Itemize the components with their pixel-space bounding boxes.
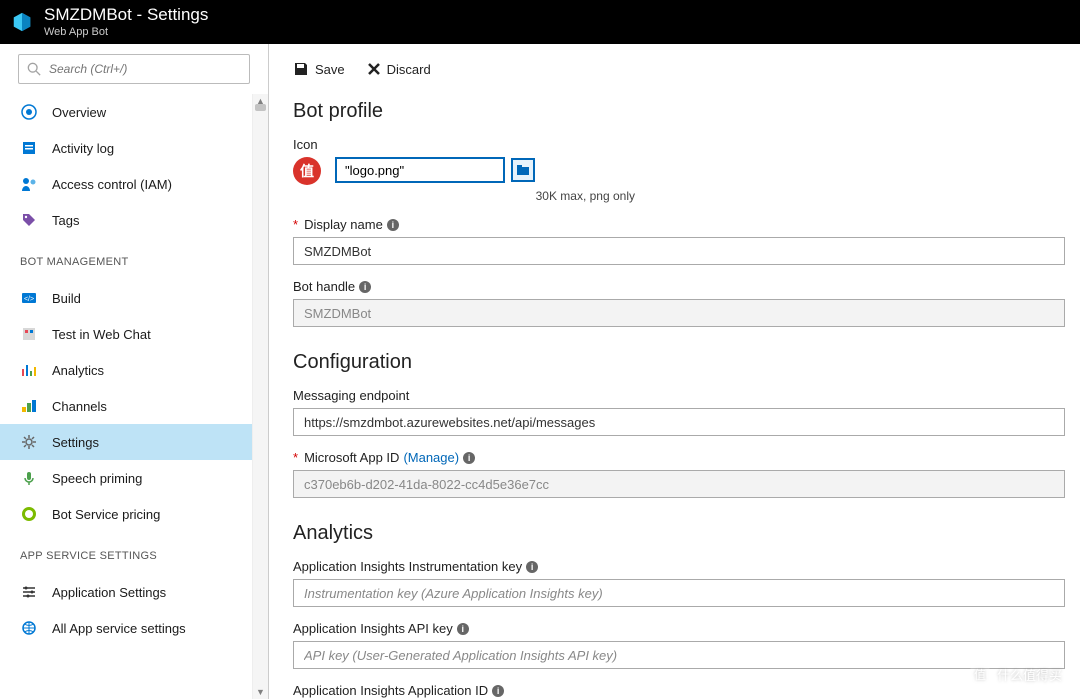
watermark-text: 什么值得买 [997, 665, 1062, 684]
scroll-down-icon[interactable]: ▼ [253, 685, 268, 699]
sidebar-item-label: Application Settings [52, 585, 166, 600]
icon-file-input[interactable] [335, 157, 505, 183]
info-icon[interactable]: i [359, 281, 371, 293]
nav-header-app: APP SERVICE SETTINGS [0, 532, 268, 568]
endpoint-input[interactable] [293, 408, 1065, 436]
sidebar-item-label: Overview [52, 105, 106, 120]
allapp-icon [20, 619, 38, 637]
settings-icon [20, 433, 38, 451]
manage-link[interactable]: (Manage) [403, 450, 459, 465]
sidebar-item-all-app-service-settings[interactable]: All App service settings [0, 610, 268, 646]
pricing-icon [20, 505, 38, 523]
browse-button[interactable] [511, 158, 535, 182]
channels-icon [20, 397, 38, 415]
sidebar-item-label: Settings [52, 435, 99, 450]
info-icon[interactable]: i [457, 623, 469, 635]
api-key-input[interactable] [293, 641, 1065, 669]
iam-icon [20, 175, 38, 193]
search-box[interactable] [18, 54, 250, 84]
nav-header-bot: BOT MANAGEMENT [0, 238, 268, 274]
sidebar-item-access-control-iam-[interactable]: Access control (IAM) [0, 166, 268, 202]
sidebar-item-label: Bot Service pricing [52, 507, 160, 522]
save-label: Save [315, 62, 345, 77]
overview-icon [20, 103, 38, 121]
sidebar-item-label: Tags [52, 213, 79, 228]
watermark-icon: 值 [969, 663, 991, 685]
info-icon[interactable]: i [463, 452, 475, 464]
analytics-icon [20, 361, 38, 379]
toolbar: Save Discard [293, 44, 1080, 94]
sidebar-item-label: Channels [52, 399, 107, 414]
sidebar: Overview Activity log Access control (IAM)… [0, 44, 269, 699]
cube-icon [10, 10, 34, 34]
watermark: 值 什么值得买 [969, 663, 1062, 685]
sidebar-item-label: Test in Web Chat [52, 327, 151, 342]
sidebar-item-label: Speech priming [52, 471, 142, 486]
sidebar-item-label: Activity log [52, 141, 114, 156]
file-hint: 30K max, png only [335, 189, 635, 203]
sidebar-item-channels[interactable]: Channels [0, 388, 268, 424]
svg-text:</>: </> [24, 296, 34, 303]
test-icon [20, 325, 38, 343]
sidebar-item-speech-priming[interactable]: Speech priming [0, 460, 268, 496]
sidebar-item-application-settings[interactable]: Application Settings [0, 574, 268, 610]
icon-label: Icon [293, 137, 1080, 152]
endpoint-label: Messaging endpoint [293, 388, 1080, 403]
sidebar-item-build[interactable]: </> Build [0, 280, 268, 316]
sidebar-item-label: All App service settings [52, 621, 186, 636]
tags-icon [20, 211, 38, 229]
folder-icon [516, 164, 530, 176]
appid-input [293, 470, 1065, 498]
sidebar-scrollbar[interactable]: ▲ ▼ [252, 94, 268, 699]
info-icon[interactable]: i [526, 561, 538, 573]
appsettings-icon [20, 583, 38, 601]
save-icon [293, 61, 309, 77]
section-analytics: Analytics [293, 522, 1080, 545]
discard-label: Discard [387, 62, 431, 77]
display-name-input[interactable] [293, 237, 1065, 265]
bot-handle-input [293, 299, 1065, 327]
display-name-label: *Display namei [293, 217, 1080, 232]
sidebar-item-label: Access control (IAM) [52, 177, 172, 192]
sidebar-item-test-in-web-chat[interactable]: Test in Web Chat [0, 316, 268, 352]
sidebar-item-overview[interactable]: Overview [0, 94, 268, 130]
info-icon[interactable]: i [492, 685, 504, 697]
inst-key-label: Application Insights Instrumentation key… [293, 559, 1080, 574]
discard-button[interactable]: Discard [367, 62, 431, 77]
top-bar: SMZDMBot - Settings Web App Bot [0, 0, 1080, 44]
scrollbar-thumb[interactable] [255, 104, 266, 111]
sidebar-item-analytics[interactable]: Analytics [0, 352, 268, 388]
page-subtitle: Web App Bot [44, 26, 208, 39]
appid-label: *Microsoft App ID (Manage)i [293, 450, 1080, 465]
sidebar-item-bot-service-pricing[interactable]: Bot Service pricing [0, 496, 268, 532]
app-id-label: Application Insights Application IDi [293, 683, 1080, 698]
speech-icon [20, 469, 38, 487]
save-button[interactable]: Save [293, 61, 345, 77]
sidebar-item-label: Analytics [52, 363, 104, 378]
search-icon [27, 62, 41, 76]
sidebar-item-activity-log[interactable]: Activity log [0, 130, 268, 166]
sidebar-item-tags[interactable]: Tags [0, 202, 268, 238]
build-icon: </> [20, 289, 38, 307]
activity-icon [20, 139, 38, 157]
sidebar-item-label: Build [52, 291, 81, 306]
section-bot-profile: Bot profile [293, 100, 1080, 123]
sidebar-item-settings[interactable]: Settings [0, 424, 268, 460]
close-icon [367, 62, 381, 76]
inst-key-input[interactable] [293, 579, 1065, 607]
main-panel: Save Discard Bot profile Icon 值 30K max,… [269, 44, 1080, 699]
page-title: SMZDMBot - Settings [44, 5, 208, 25]
section-configuration: Configuration [293, 351, 1080, 374]
bot-handle-label: Bot handlei [293, 279, 1080, 294]
api-key-label: Application Insights API keyi [293, 621, 1080, 636]
info-icon[interactable]: i [387, 219, 399, 231]
bot-icon-preview: 值 [293, 157, 321, 185]
search-input[interactable] [49, 62, 241, 76]
